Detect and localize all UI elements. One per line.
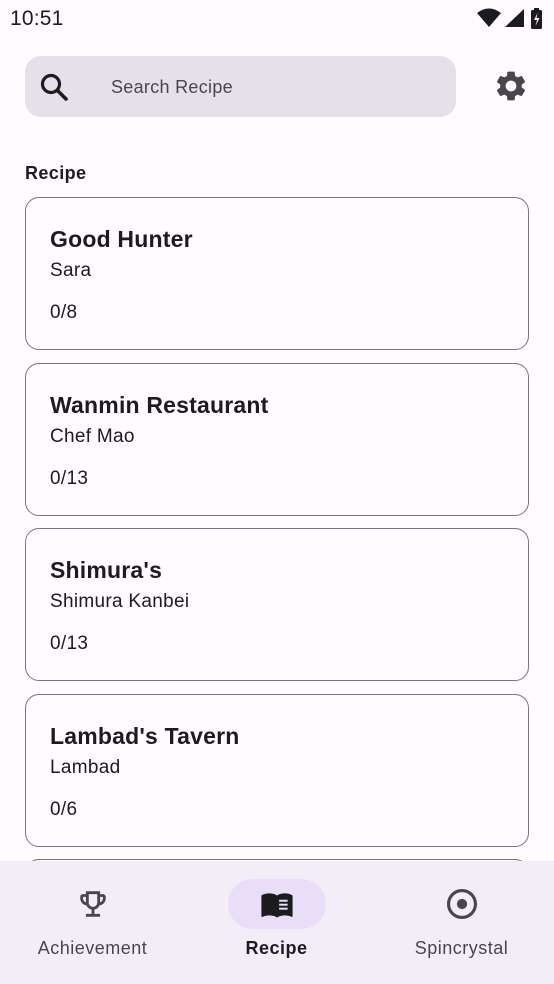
cellular-signal-icon: [505, 9, 524, 27]
nav-label: Recipe: [245, 938, 308, 958]
recipe-progress: 0/13: [50, 633, 89, 654]
nav-item-achievement[interactable]: Achievement: [0, 861, 185, 984]
recipe-title: Wanmin Restaurant: [50, 392, 269, 418]
status-icons: [476, 8, 546, 29]
recipe-title: Lambad's Tavern: [50, 723, 240, 749]
bottom-navigation: Achievement Recipe Spincrystal: [0, 861, 554, 984]
recipe-progress: 0/6: [50, 799, 78, 820]
trophy-icon: [79, 891, 106, 917]
recipe-progress: 0/13: [50, 468, 89, 489]
disc-icon: [446, 888, 477, 920]
recipe-chef: Chef Mao: [50, 426, 135, 447]
screen: 10:51 Recipe Good Hunt: [0, 0, 554, 984]
recipe-chef: Lambad: [50, 757, 121, 778]
recipe-list[interactable]: Good Hunter Sara 0/8 Wanmin Restaurant C…: [25, 197, 529, 861]
search-icon: [40, 73, 68, 101]
recipe-title: Good Hunter: [50, 226, 193, 252]
search-bar[interactable]: [25, 56, 456, 117]
nav-item-spincrystal[interactable]: Spincrystal: [369, 861, 554, 984]
gear-icon[interactable]: [493, 68, 529, 104]
battery-icon: [531, 8, 542, 29]
wifi-icon: [477, 8, 501, 27]
search-input[interactable]: [111, 74, 441, 100]
nav-label: Achievement: [37, 938, 148, 958]
status-time: 10:51: [10, 7, 64, 30]
recipe-chef: Sara: [50, 260, 92, 281]
recipe-chef: Shimura Kanbei: [50, 591, 190, 612]
nav-item-recipe[interactable]: Recipe: [184, 861, 369, 984]
recipe-card[interactable]: Lambad's Tavern Lambad 0/6: [25, 694, 529, 847]
status-bar: 10:51: [0, 0, 554, 38]
book-icon: [260, 893, 293, 918]
recipe-card[interactable]: Wanmin Restaurant Chef Mao 0/13: [25, 363, 529, 516]
recipe-card[interactable]: Good Hunter Sara 0/8: [25, 197, 529, 350]
nav-label: Spincrystal: [414, 938, 509, 958]
recipe-card[interactable]: Shimura's Shimura Kanbei 0/13: [25, 528, 529, 681]
recipe-progress: 0/8: [50, 302, 78, 323]
recipe-title: Shimura's: [50, 557, 163, 583]
section-label: Recipe: [25, 163, 87, 183]
